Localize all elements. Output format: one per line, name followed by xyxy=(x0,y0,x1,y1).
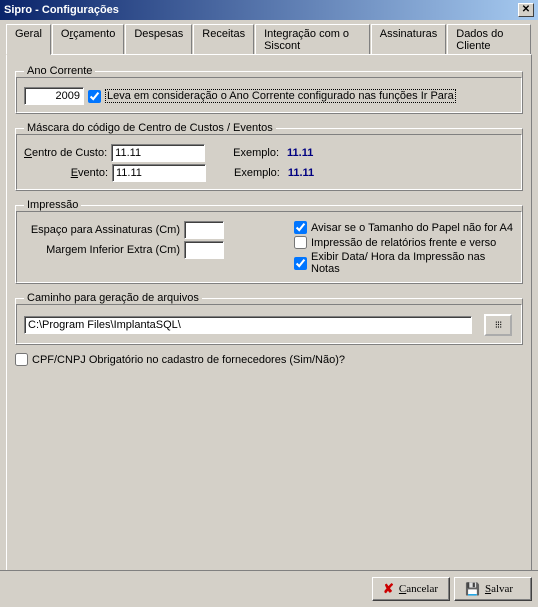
browse-button[interactable]: ⁝⁝⁝ xyxy=(484,314,512,336)
chk-ir-para[interactable] xyxy=(88,90,101,103)
tab-assinaturas[interactable]: Assinaturas xyxy=(371,24,446,55)
tab-integracao[interactable]: Integração com o Siscont xyxy=(255,24,370,55)
tab-strip: Geral Orçamento Despesas Receitas Integr… xyxy=(6,24,532,55)
chk-ir-para-wrap[interactable]: Leva em consideração o Ano Corrente conf… xyxy=(88,89,456,103)
chk-frente-verso-wrap[interactable]: Impressão de relatórios frente e verso xyxy=(294,236,514,249)
centro-custo-input[interactable] xyxy=(111,144,205,162)
label-espaco-assinaturas: Espaço para Assinaturas (Cm) xyxy=(24,224,180,236)
chk-avisar-a4-label: Avisar se o Tamanho do Papel não for A4 xyxy=(311,222,513,234)
tab-orcamento[interactable]: Orçamento xyxy=(52,24,124,55)
chk-exibir-data-label: Exibir Data/ Hora da Impressão nas Notas xyxy=(311,251,514,275)
legend-caminho: Caminho para geração de arquivos xyxy=(24,292,202,304)
chk-frente-verso[interactable] xyxy=(294,236,307,249)
exemplo-value-2: 11.11 xyxy=(288,167,314,179)
legend-mascara: Máscara do código de Centro de Custos / … xyxy=(24,122,276,134)
chk-avisar-a4[interactable] xyxy=(294,221,307,234)
chk-exibir-data[interactable] xyxy=(294,257,307,270)
cancel-icon: ✘ xyxy=(383,581,394,597)
chk-ir-para-label: Leva em consideração o Ano Corrente conf… xyxy=(105,89,456,103)
exemplo-value-1: 11.11 xyxy=(287,147,313,159)
chk-exibir-data-wrap[interactable]: Exibir Data/ Hora da Impressão nas Notas xyxy=(294,251,514,275)
group-mascara: Máscara do código de Centro de Custos / … xyxy=(15,122,523,191)
group-ano-corrente: Ano Corrente Leva em consideração o Ano … xyxy=(15,65,523,114)
window-title: Sipro - Configurações xyxy=(4,4,119,16)
tab-despesas[interactable]: Despesas xyxy=(125,24,192,55)
impressao-right-col: Avisar se o Tamanho do Papel não for A4 … xyxy=(284,219,514,277)
ano-input[interactable] xyxy=(24,87,84,105)
group-caminho: Caminho para geração de arquivos ⁝⁝⁝ xyxy=(15,292,523,345)
save-label: Salvar xyxy=(485,583,513,595)
label-exemplo-1: Exemplo: xyxy=(233,147,279,159)
legend-ano: Ano Corrente xyxy=(24,65,95,77)
label-evento: Evento: xyxy=(24,167,108,179)
evento-input[interactable] xyxy=(112,164,206,182)
chk-cpf[interactable] xyxy=(15,353,28,366)
label-exemplo-2: Exemplo: xyxy=(234,167,280,179)
margem-inferior-input[interactable] xyxy=(184,241,224,259)
tab-geral[interactable]: Geral xyxy=(6,24,51,55)
save-icon: 💾 xyxy=(465,582,480,597)
chk-cpf-wrap[interactable]: CPF/CNPJ Obrigatório no cadastro de forn… xyxy=(15,353,523,366)
impressao-left-col: Espaço para Assinaturas (Cm) Margem Infe… xyxy=(24,219,284,277)
tab-panel-geral: Ano Corrente Leva em consideração o Ano … xyxy=(6,54,532,574)
chk-cpf-label: CPF/CNPJ Obrigatório no cadastro de forn… xyxy=(32,354,345,366)
chk-frente-verso-label: Impressão de relatórios frente e verso xyxy=(311,237,496,249)
espaco-assinaturas-input[interactable] xyxy=(184,221,224,239)
legend-impressao: Impressão xyxy=(24,199,81,211)
close-button[interactable]: ✕ xyxy=(518,3,534,17)
group-impressao: Impressão Espaço para Assinaturas (Cm) M… xyxy=(15,199,523,284)
button-bar: ✘ Cancelar 💾 Salvar xyxy=(0,570,538,608)
chk-avisar-a4-wrap[interactable]: Avisar se o Tamanho do Papel não for A4 xyxy=(294,221,514,234)
label-margem-inferior: Margem Inferior Extra (Cm) xyxy=(24,244,180,256)
content-area: Geral Orçamento Despesas Receitas Integr… xyxy=(0,20,538,578)
caminho-input[interactable] xyxy=(24,316,472,334)
titlebar: Sipro - Configurações ✕ xyxy=(0,0,538,20)
cancel-button[interactable]: ✘ Cancelar xyxy=(372,577,450,601)
label-centro-custo: Centro de Custo: xyxy=(24,147,107,159)
cancel-label: Cancelar xyxy=(399,583,438,595)
browse-icon: ⁝⁝⁝ xyxy=(495,320,502,331)
tab-receitas[interactable]: Receitas xyxy=(193,24,254,55)
tab-dados-cliente[interactable]: Dados do Cliente xyxy=(447,24,531,55)
save-button[interactable]: 💾 Salvar xyxy=(454,577,532,601)
